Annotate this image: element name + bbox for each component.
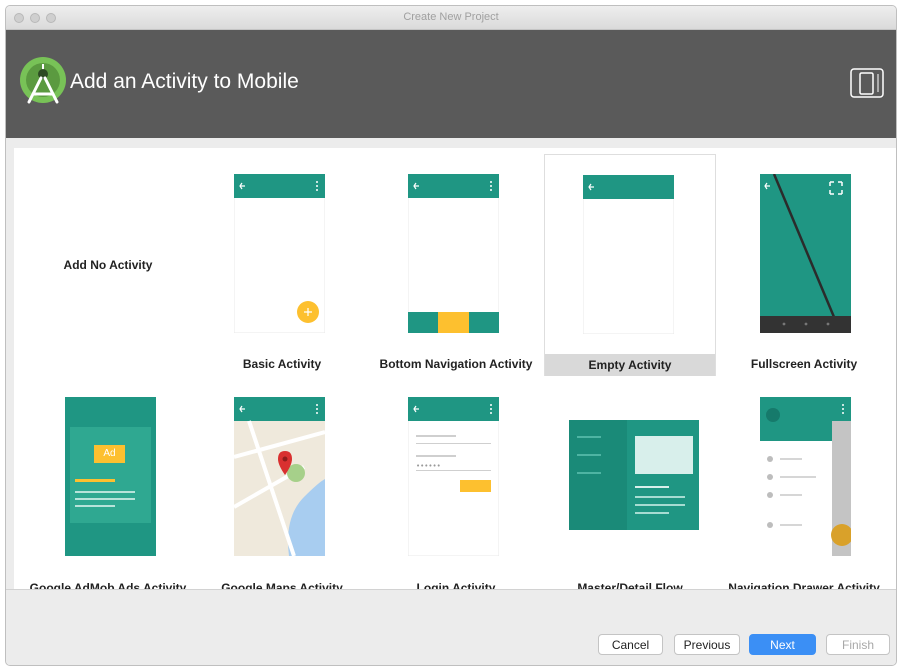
basic-activity-preview bbox=[234, 174, 325, 333]
maps-preview bbox=[234, 397, 325, 556]
template-label: Master/Detail Flow bbox=[577, 581, 683, 589]
template-label: Login Activity bbox=[416, 581, 496, 589]
template-label: Bottom Navigation Activity bbox=[379, 357, 533, 371]
empty-activity-preview bbox=[583, 175, 674, 334]
template-fullscreen-activity[interactable]: Fullscreen Activity bbox=[718, 154, 890, 376]
window-title: Create New Project bbox=[403, 11, 499, 23]
template-master-detail-flow[interactable]: Master/Detail Flow bbox=[544, 378, 716, 589]
template-basic-activity[interactable]: Basic Activity bbox=[196, 154, 368, 376]
fullscreen-activity-preview bbox=[760, 174, 851, 333]
template-label: Navigation Drawer Activity bbox=[728, 581, 880, 589]
template-navigation-drawer-activity[interactable]: Navigation Drawer Activity bbox=[718, 378, 890, 589]
bottom-navigation-preview bbox=[408, 174, 499, 333]
ad-badge: Ad bbox=[103, 448, 116, 459]
wizard-footer: Cancel Previous Next Finish bbox=[6, 589, 896, 665]
template-label: Add No Activity bbox=[63, 258, 153, 272]
template-label: Google Maps Activity bbox=[221, 581, 343, 589]
login-preview: •••••• bbox=[408, 397, 499, 556]
previous-button[interactable]: Previous bbox=[674, 634, 740, 655]
next-button[interactable]: Next bbox=[749, 634, 816, 655]
phone-tablet-icon bbox=[850, 68, 884, 98]
create-project-window: Create New Project Add an Activity to Mo… bbox=[5, 5, 897, 666]
template-label: Fullscreen Activity bbox=[750, 357, 858, 371]
finish-button[interactable]: Finish bbox=[826, 634, 890, 655]
template-bottom-navigation-activity[interactable]: Bottom Navigation Activity bbox=[370, 154, 542, 376]
navigation-drawer-preview bbox=[760, 397, 851, 556]
android-studio-logo-icon bbox=[20, 57, 66, 104]
svg-text:••••••: •••••• bbox=[416, 462, 441, 470]
template-label: Empty Activity bbox=[545, 354, 715, 376]
template-admob-ads-activity[interactable]: Ad Google AdMob Ads Activity bbox=[22, 378, 194, 589]
wizard-header: Add an Activity to Mobile bbox=[6, 30, 896, 138]
admob-preview: Ad bbox=[65, 397, 156, 556]
master-detail-preview bbox=[569, 420, 699, 530]
template-gallery: Add No Activity Basic Activity Bottom Na… bbox=[14, 148, 896, 589]
cancel-button[interactable]: Cancel bbox=[598, 634, 663, 655]
page-title: Add an Activity to Mobile bbox=[70, 70, 299, 93]
template-label: Google AdMob Ads Activity bbox=[29, 581, 187, 589]
template-label: Basic Activity bbox=[242, 357, 322, 371]
admob-preview-graphic bbox=[65, 397, 156, 556]
template-login-activity[interactable]: •••••• Login Activity bbox=[370, 378, 542, 589]
title-bar: Create New Project bbox=[6, 6, 896, 30]
template-empty-activity[interactable]: Empty Activity bbox=[544, 154, 716, 376]
template-maps-activity[interactable]: Google Maps Activity bbox=[196, 378, 368, 589]
template-add-no-activity[interactable]: Add No Activity bbox=[22, 154, 194, 376]
